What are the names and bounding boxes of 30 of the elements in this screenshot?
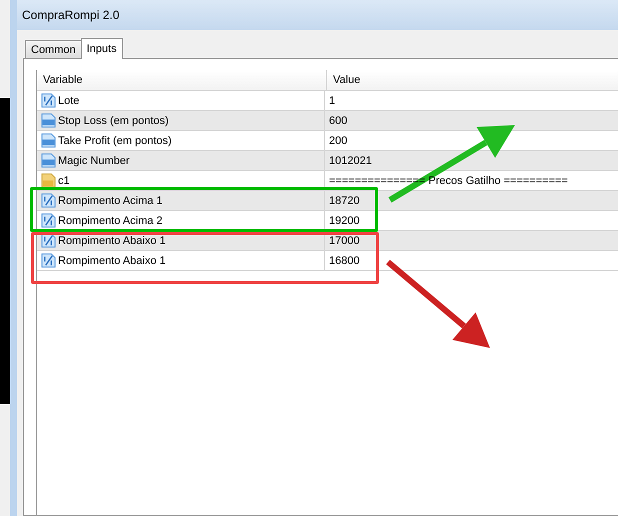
fraction-type-icon xyxy=(41,253,56,268)
variable-value: 1 xyxy=(329,94,336,106)
variable-value: 17000 xyxy=(329,234,360,246)
variable-name: Rompimento Acima 1 xyxy=(58,194,163,206)
fraction-type-icon xyxy=(41,193,56,208)
fraction-type-icon xyxy=(41,93,56,108)
integer-type-icon xyxy=(41,153,56,168)
text-type-icon xyxy=(41,173,56,188)
fraction-type-icon xyxy=(41,213,56,228)
integer-type-icon xyxy=(41,133,56,148)
variable-name: Rompimento Abaixo 1 xyxy=(58,234,166,246)
variable-name: Rompimento Abaixo 1 xyxy=(58,254,166,266)
variable-value: 19200 xyxy=(329,214,360,226)
integer-type-icon xyxy=(41,113,56,128)
variable-name: c1 xyxy=(58,174,70,186)
variable-name: Take Profit (em pontos) xyxy=(58,134,172,146)
variable-name: Magic Number xyxy=(58,154,130,166)
variable-value: 16800 xyxy=(329,254,360,266)
variable-name: Rompimento Acima 2 xyxy=(58,214,163,226)
column-header[interactable]: Variable xyxy=(37,70,327,90)
tab[interactable]: Inputs xyxy=(80,38,123,59)
variable-value: 18720 xyxy=(329,194,360,206)
window-title: CompraRompi 2.0 xyxy=(22,8,120,22)
column-header[interactable]: Value xyxy=(327,70,618,90)
variable-name: Stop Loss (em pontos) xyxy=(58,114,169,126)
variable-value: 1012021 xyxy=(329,154,372,166)
variable-value: 600 xyxy=(329,114,348,126)
variable-value: 200 xyxy=(329,134,348,146)
tab[interactable]: Common xyxy=(25,40,82,58)
variable-name: Lote xyxy=(58,94,80,106)
